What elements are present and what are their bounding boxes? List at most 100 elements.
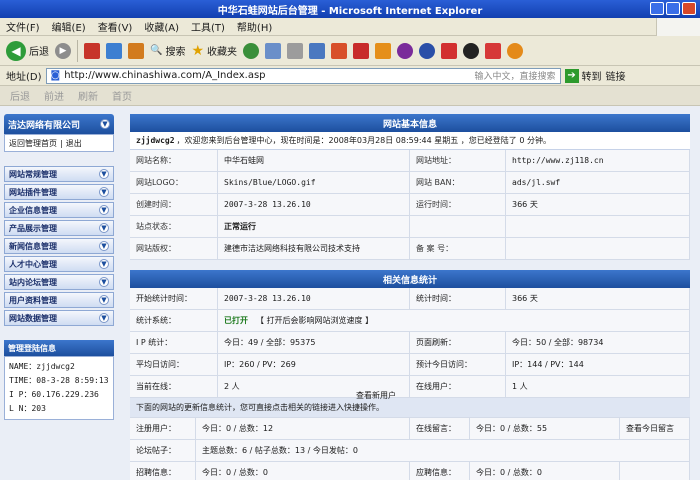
window-controls bbox=[650, 2, 696, 15]
table-cell-empty bbox=[620, 462, 690, 480]
menu-tools[interactable]: 工具(T) bbox=[191, 19, 225, 34]
sidebar-item-company-info[interactable]: 企业信息管理 ▼ bbox=[4, 202, 114, 218]
table-cell-label: 平均日访问： bbox=[130, 354, 218, 376]
sidebar-item-plugins[interactable]: 网站插件管理 ▼ bbox=[4, 184, 114, 200]
address-url: http://www.chinashiwa.com/A_Index.asp bbox=[64, 70, 266, 81]
sidebar-item-label: 站内论坛管理 bbox=[9, 277, 57, 287]
minimize-button[interactable] bbox=[650, 2, 664, 15]
close-button[interactable] bbox=[682, 2, 696, 15]
history-icon[interactable] bbox=[243, 42, 260, 59]
chevron-down-icon: ▼ bbox=[99, 313, 109, 323]
sidebar-item-data[interactable]: 网站数据管理 ▼ bbox=[4, 310, 114, 326]
login-ip: I P：60.176.229.236 bbox=[9, 390, 99, 399]
return-home-link[interactable]: 返回管理首页 bbox=[9, 138, 57, 149]
table-cell-value: 今日：0 / 总数：55 bbox=[470, 418, 620, 440]
go-button[interactable]: ➔ 转到 bbox=[564, 68, 602, 83]
research-icon[interactable] bbox=[441, 42, 458, 59]
stats-enabled-link[interactable]: 已打开 bbox=[224, 315, 248, 326]
block-icon[interactable] bbox=[397, 42, 414, 59]
sidebar-item-users[interactable]: 用户资料管理 ▼ bbox=[4, 292, 114, 308]
edit-icon[interactable] bbox=[309, 42, 326, 59]
login-info-header: 管理登陆信息 bbox=[4, 340, 114, 356]
maximize-button[interactable] bbox=[666, 2, 680, 15]
table-cell-label: 在线留言： bbox=[410, 418, 470, 440]
table-cell-value: 1 人 bbox=[506, 376, 690, 398]
chevron-down-icon[interactable]: ▼ bbox=[100, 119, 110, 129]
menu-edit[interactable]: 编辑(E) bbox=[52, 19, 86, 34]
sidebar-item-site-general[interactable]: 网站常规管理 ▼ bbox=[4, 166, 114, 182]
menu-view[interactable]: 查看(V) bbox=[98, 19, 133, 34]
table-cell-label: 预计今日访问： bbox=[410, 354, 506, 376]
view-new-users-link[interactable]: 查看新用户 bbox=[356, 390, 396, 401]
table-cell-value: 今日：0 / 总数：0 bbox=[470, 462, 620, 480]
windows-logo-icon bbox=[656, 18, 700, 36]
site-status-value: 正常运行 bbox=[218, 216, 410, 238]
sidebar: 洁达网络有限公司 ▼ 返回管理首页 | 退出 网站常规管理 ▼ 网站插件管理 ▼ 企… bbox=[4, 114, 114, 474]
ebay-icon[interactable] bbox=[331, 42, 348, 59]
address-input[interactable]: ◙ http://www.chinashiwa.com/A_Index.asp … bbox=[45, 67, 561, 84]
chevron-down-icon: ▼ bbox=[99, 169, 109, 179]
logout-link[interactable]: 退出 bbox=[66, 138, 82, 149]
welcome-message: zjjdwcg2 ，欢迎您来到后台管理中心，现在时间是：2008年03月28日 … bbox=[130, 132, 690, 150]
gear-icon[interactable] bbox=[419, 42, 436, 59]
nav-forward[interactable]: 前进 bbox=[44, 88, 64, 103]
address-bar: 地址(D) ◙ http://www.chinashiwa.com/A_Inde… bbox=[0, 66, 700, 86]
back-button[interactable]: ◀ 后退 bbox=[6, 40, 49, 61]
address-label: 地址(D) bbox=[6, 72, 42, 83]
view-today-messages-link[interactable]: 查看今日留言 bbox=[620, 418, 690, 440]
toolbar-extra-icon[interactable] bbox=[485, 42, 502, 59]
menu-file[interactable]: 文件(F) bbox=[6, 19, 40, 34]
nav-refresh[interactable]: 刷新 bbox=[78, 88, 98, 103]
stop-icon[interactable] bbox=[84, 42, 100, 59]
page-icon: ◙ bbox=[50, 70, 61, 81]
table-cell-value: 2007-3-28 13.26.10 bbox=[218, 194, 410, 216]
go-label: 转到 bbox=[581, 72, 602, 83]
feed-icon[interactable] bbox=[507, 42, 524, 59]
nav-home[interactable]: 首页 bbox=[112, 88, 132, 103]
sidebar-item-talent[interactable]: 人才中心管理 ▼ bbox=[4, 256, 114, 272]
nav-back[interactable]: 后退 bbox=[10, 88, 30, 103]
welcome-username: zjjdwcg2 bbox=[136, 136, 175, 145]
table-cell-value: 中华石蛙网 bbox=[218, 150, 410, 172]
window-title-bar: 中华石蛙网站后台管理 - Microsoft Internet Explorer bbox=[0, 0, 700, 18]
chevron-down-icon: ▼ bbox=[99, 259, 109, 269]
sidebar-links: 返回管理首页 | 退出 bbox=[4, 134, 114, 152]
chevron-down-icon: ▼ bbox=[99, 187, 109, 197]
home-icon[interactable] bbox=[128, 42, 144, 59]
company-name: 洁达网络有限公司 bbox=[8, 120, 81, 131]
favorites-label: 收藏夹 bbox=[207, 47, 238, 58]
table-cell-value bbox=[506, 238, 690, 260]
refresh-icon[interactable] bbox=[106, 42, 122, 59]
plugin-icon[interactable] bbox=[375, 42, 392, 59]
table-cell-label: 网站版权： bbox=[130, 238, 218, 260]
print-icon[interactable] bbox=[287, 42, 304, 59]
table-cell-value: http://www.zj118.cn bbox=[506, 150, 690, 172]
forward-button[interactable]: ▶ bbox=[55, 42, 71, 59]
table-cell-label: 招聘信息： bbox=[130, 462, 196, 480]
mail-icon[interactable] bbox=[265, 42, 282, 59]
table-cell-empty bbox=[506, 216, 690, 238]
favorites-button[interactable]: ★ 收藏夹 bbox=[191, 43, 237, 59]
sidebar-item-products[interactable]: 产品展示管理 ▼ bbox=[4, 220, 114, 236]
search-button[interactable]: 🔍 搜索 bbox=[150, 43, 185, 58]
sidebar-item-label: 网站插件管理 bbox=[9, 187, 57, 197]
update-stats-table: 注册用户： 今日：0 / 总数：12 在线留言： 今日：0 / 总数：55 查看… bbox=[130, 418, 690, 480]
qq-icon[interactable] bbox=[463, 42, 480, 59]
links-label[interactable]: 链接 bbox=[606, 68, 626, 83]
table-cell-label: 在线用户： bbox=[410, 376, 506, 398]
table-cell-label: 论坛帖子： bbox=[130, 440, 196, 462]
menu-help[interactable]: 帮助(H) bbox=[237, 19, 272, 34]
messenger-icon[interactable] bbox=[353, 42, 370, 59]
table-cell-value: ads/jl.swf bbox=[506, 172, 690, 194]
menu-favorites[interactable]: 收藏(A) bbox=[144, 19, 179, 34]
chevron-down-icon: ▼ bbox=[99, 277, 109, 287]
table-cell-label: 网站 BAN： bbox=[410, 172, 506, 194]
login-count: L N：203 bbox=[9, 404, 46, 413]
sidebar-item-forum[interactable]: 站内论坛管理 ▼ bbox=[4, 274, 114, 290]
table-cell-label: 页面刷新： bbox=[410, 332, 506, 354]
sidebar-item-news[interactable]: 新闻信息管理 ▼ bbox=[4, 238, 114, 254]
table-cell-label: 应聘信息： bbox=[410, 462, 470, 480]
table-cell-label: 开始统计时间： bbox=[130, 288, 218, 310]
statistics-title: 相关信息统计 bbox=[130, 270, 690, 288]
chevron-down-icon: ▼ bbox=[99, 223, 109, 233]
